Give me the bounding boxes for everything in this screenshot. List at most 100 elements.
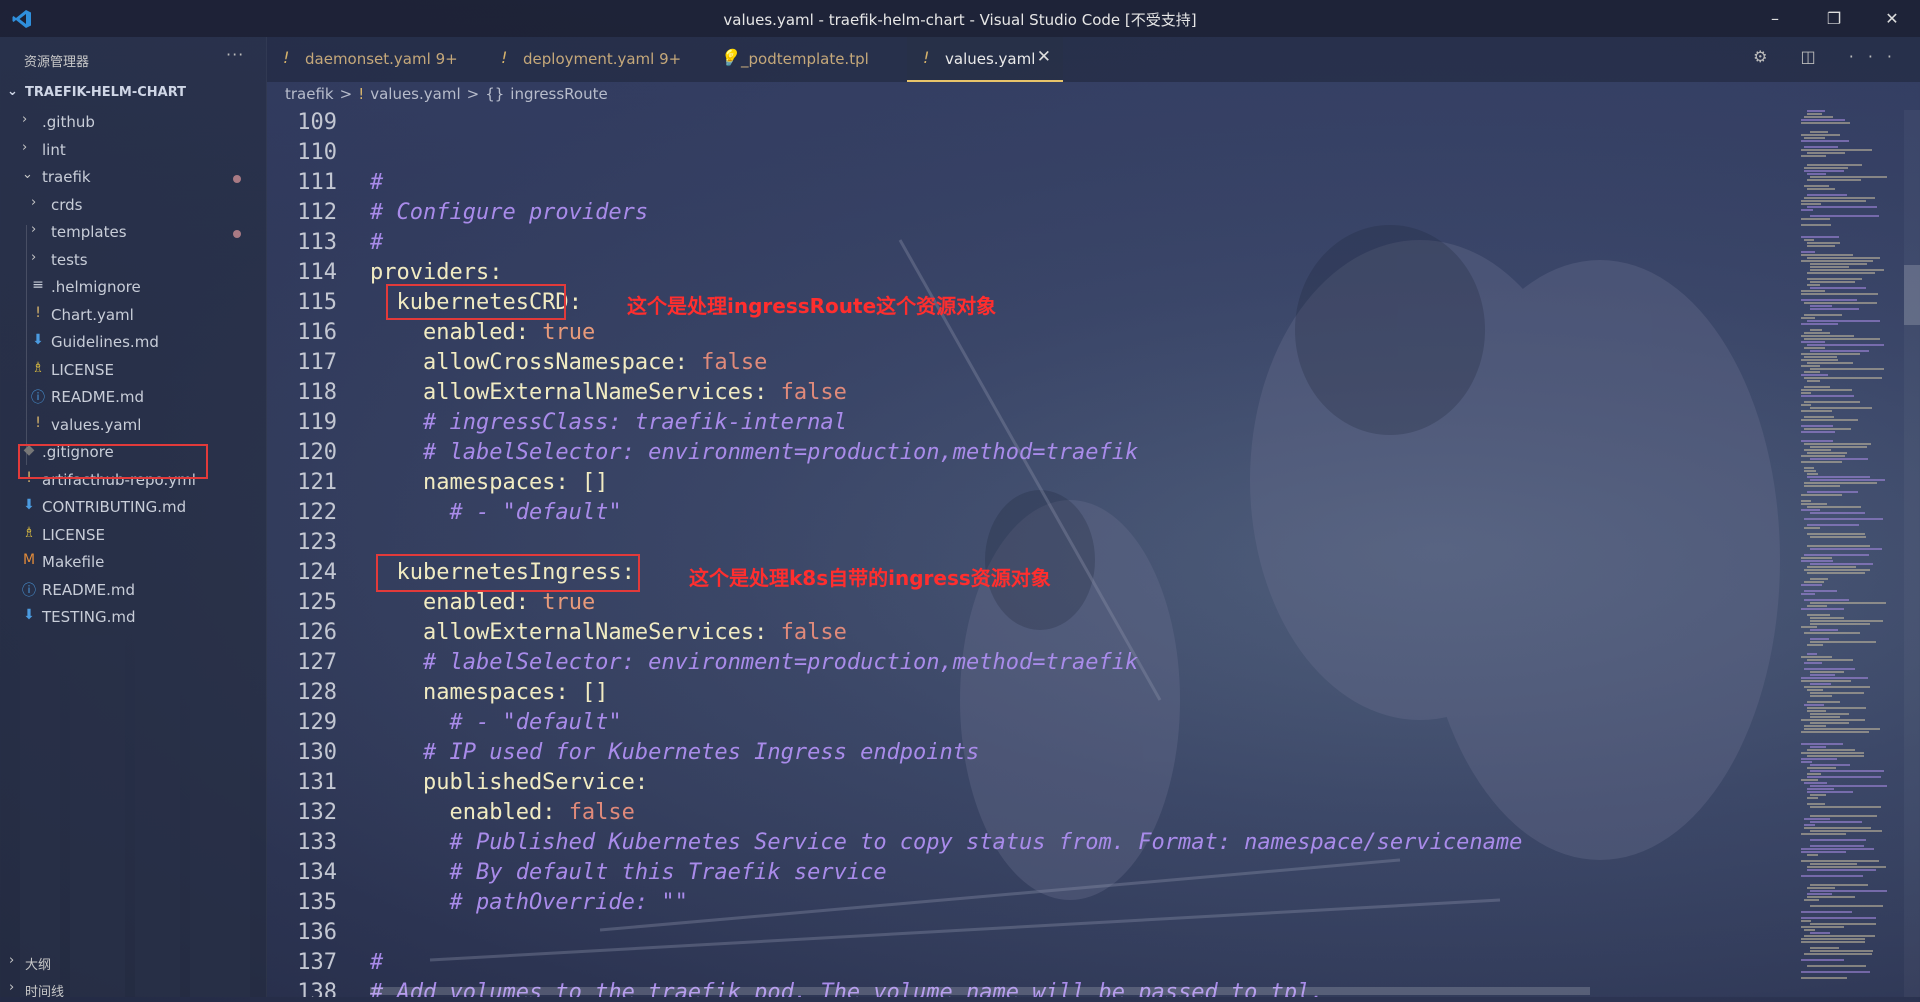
tree-item-label: README.md [42, 580, 136, 599]
minimap-line [1801, 293, 1878, 295]
tree-item[interactable]: ⓘ README.md [0, 577, 262, 604]
annotation-crd: 这个是处理ingressRoute这个资源对象 [627, 294, 997, 318]
minimap-line [1801, 374, 1828, 376]
line-number: 117 [297, 350, 337, 375]
close-window-button[interactable]: ✕ [1869, 0, 1915, 37]
minimap-line [1810, 683, 1831, 685]
tab-daemonset-yaml[interactable]: ! daemonset.yaml 9+ [267, 37, 477, 82]
minimap-line [1804, 518, 1883, 520]
minimap-line [1804, 167, 1848, 169]
editor-actions[interactable]: ⚙ ◫ ··· [1753, 47, 1906, 66]
minimap-line [1801, 317, 1815, 319]
tree-item[interactable]: ! values.yaml [0, 412, 262, 439]
line-number: 116 [297, 320, 337, 345]
line-number: 132 [297, 800, 337, 825]
tree-item[interactable]: ! Chart.yaml [0, 302, 262, 329]
code-line: 120 # labelSelector: environment=product… [267, 438, 1792, 468]
minimap-line [1810, 641, 1876, 643]
tab-label: _podtemplate.tpl [741, 50, 869, 68]
tree-item[interactable]: › tests [0, 247, 262, 274]
tree-item[interactable]: M Makefile [0, 549, 262, 576]
tree-item[interactable]: ⬇ TESTING.md [0, 604, 262, 631]
code-editor[interactable]: 138 # Add volumes to the traefik pod. The… [267, 110, 1792, 997]
minimap-line [1807, 380, 1820, 382]
code-token: false [780, 620, 847, 645]
scrollbar-thumb[interactable] [1904, 265, 1920, 325]
minimap-line [1807, 113, 1822, 115]
minimap[interactable] [1797, 110, 1902, 997]
minimap-line [1801, 917, 1876, 919]
breadcrumb-item[interactable]: ! [358, 85, 364, 103]
breadcrumb-item[interactable]: {} [485, 85, 504, 103]
tab-deployment-yaml[interactable]: ! deployment.yaml 9+ [485, 37, 695, 82]
minimap-line [1804, 416, 1834, 418]
minimap-line [1801, 392, 1811, 394]
minimap-line [1810, 620, 1883, 622]
minimap-line [1810, 692, 1864, 694]
minimize-button[interactable]: – [1752, 0, 1798, 37]
workspace-root[interactable]: ⌄ TRAEFIK-HELM-CHART [0, 82, 266, 104]
minimap-line [1801, 731, 1869, 733]
tree-item[interactable]: ⬇ CONTRIBUTING.md [0, 494, 262, 521]
tree-item[interactable]: › lint [0, 137, 262, 164]
line-number: 128 [297, 680, 337, 705]
line-number: 124 [297, 560, 337, 585]
code-line: 113 # [267, 228, 1792, 258]
tree-item[interactable]: ♗ LICENSE [0, 522, 262, 549]
minimap-line [1807, 473, 1818, 475]
breadcrumb-item[interactable]: ingressRoute [510, 85, 607, 103]
code-line: 116 enabled: true [267, 318, 1792, 348]
restore-button[interactable]: ❐ [1811, 0, 1857, 37]
code-token: # - "default" [370, 500, 622, 525]
tree-item-label: crds [51, 195, 83, 214]
minimap-line [1804, 935, 1875, 937]
code-token: allowExternalNameServices [370, 620, 755, 645]
minimap-line [1801, 752, 1864, 754]
line-number: 120 [297, 440, 337, 465]
code-token: # Published Kubernetes Service to copy s… [370, 830, 1523, 855]
minimap-line [1801, 236, 1839, 238]
minimap-line [1804, 443, 1871, 445]
minimap-line [1807, 362, 1853, 364]
tree-item[interactable]: ♗ LICENSE [0, 357, 262, 384]
minimap-line [1807, 452, 1847, 454]
minimap-line [1801, 584, 1822, 586]
minimap-line [1810, 458, 1868, 460]
explorer-more-button[interactable]: ··· [226, 45, 244, 64]
minimap-line [1801, 656, 1832, 658]
code-text: namespaces: [] [370, 680, 608, 705]
tree-item[interactable]: ⬇ Guidelines.md [0, 329, 262, 356]
minimap-line [1807, 710, 1826, 712]
minimap-line [1804, 554, 1869, 556]
code-token: allowCrossNamespace [370, 350, 675, 375]
chevron-right-icon: › [9, 980, 15, 995]
chevron-right-icon: › [22, 139, 28, 155]
breadcrumb-separator: > [466, 85, 480, 103]
close-tab-icon[interactable]: ✕ [1037, 47, 1051, 67]
minimap-line [1807, 866, 1886, 868]
tree-item-label: values.yaml [51, 415, 142, 434]
tree-item[interactable]: › crds [0, 192, 262, 219]
outline-section[interactable]: › 大纲 [0, 951, 266, 975]
chevron-right-icon: › [22, 112, 28, 127]
tree-item[interactable]: › .github [0, 109, 262, 136]
vertical-scrollbar[interactable] [1904, 110, 1920, 997]
horizontal-scrollbar[interactable] [370, 987, 1590, 995]
timeline-section[interactable]: › 时间线 [0, 978, 266, 1002]
minimap-line [1807, 755, 1864, 757]
code-text: enabled: true [370, 320, 595, 345]
tree-item[interactable]: ⌄ traefik [0, 164, 262, 191]
minimap-line [1807, 689, 1823, 691]
tab--podtemplate-tpl[interactable]: 💡 _podtemplate.tpl [703, 37, 898, 82]
tree-item[interactable]: ≡ .helmignore [0, 274, 262, 301]
breadcrumb-item[interactable]: traefik [285, 85, 334, 103]
breadcrumb-item[interactable]: values.yaml [370, 85, 460, 103]
minimap-line [1801, 761, 1812, 763]
minimap-line [1801, 503, 1827, 505]
minimap-line [1804, 470, 1816, 472]
tree-item[interactable]: ⓘ README.md [0, 384, 262, 411]
tree-item[interactable]: › templates [0, 219, 262, 246]
tab-values-yaml[interactable]: ! values.yaml ✕ [907, 37, 1063, 82]
minimap-line [1807, 566, 1856, 568]
minimap-line [1804, 929, 1815, 931]
